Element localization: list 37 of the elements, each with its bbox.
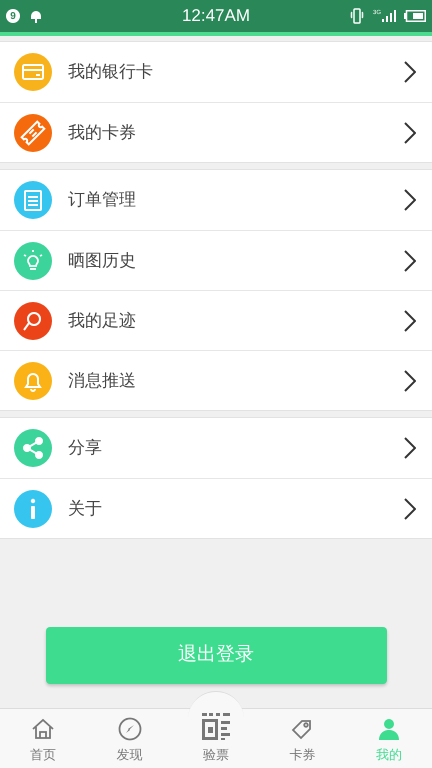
menu-item-label: 晒图历史 (68, 250, 137, 272)
chevron-right-icon (404, 250, 416, 272)
chevron-right-icon (404, 61, 416, 83)
chevron-right-icon (404, 189, 416, 211)
menu-item-label: 我的银行卡 (68, 61, 154, 84)
menu-item[interactable]: 分享 (0, 418, 432, 478)
vibrate-icon (348, 8, 365, 24)
menu-item-label: 分享 (68, 437, 103, 460)
chevron-right-icon (404, 498, 416, 520)
chevron-right-icon (404, 437, 416, 459)
status-time: 12:47AM (180, 5, 252, 28)
menu-item-label: 关于 (68, 498, 103, 520)
home-icon (31, 716, 56, 740)
menu-item[interactable]: 订单管理 (0, 170, 432, 230)
menu-item[interactable]: 我的足迹 (0, 290, 432, 350)
tab[interactable]: 发现 (86, 709, 173, 768)
chevron-right-icon (404, 310, 416, 332)
menu-item-label: 我的卡券 (68, 122, 137, 144)
chevron-right-icon (404, 370, 416, 392)
battery-icon (404, 10, 426, 22)
menu-item[interactable]: 关于 (0, 478, 432, 538)
menu-item[interactable]: 消息推送 (0, 350, 432, 410)
signal-icon (382, 10, 396, 22)
menu-item-label: 我的足迹 (68, 310, 137, 332)
tab[interactable]: 首页 (0, 709, 86, 768)
user-icon (376, 716, 401, 740)
menu-item[interactable]: 晒图历史 (0, 230, 432, 290)
menu-item[interactable]: 我的卡券 (0, 102, 432, 162)
menu-item[interactable]: 我的银行卡 (0, 42, 432, 102)
tab[interactable]: 验票 (172, 709, 260, 768)
tab[interactable]: 卡券 (259, 709, 346, 768)
notification-count: 9 (6, 9, 20, 23)
qr-code-icon (200, 710, 232, 742)
chevron-right-icon (404, 122, 416, 144)
menu-item-label: 订单管理 (68, 189, 137, 212)
compass-icon (118, 716, 142, 740)
menu-item-label: 消息推送 (68, 370, 137, 392)
